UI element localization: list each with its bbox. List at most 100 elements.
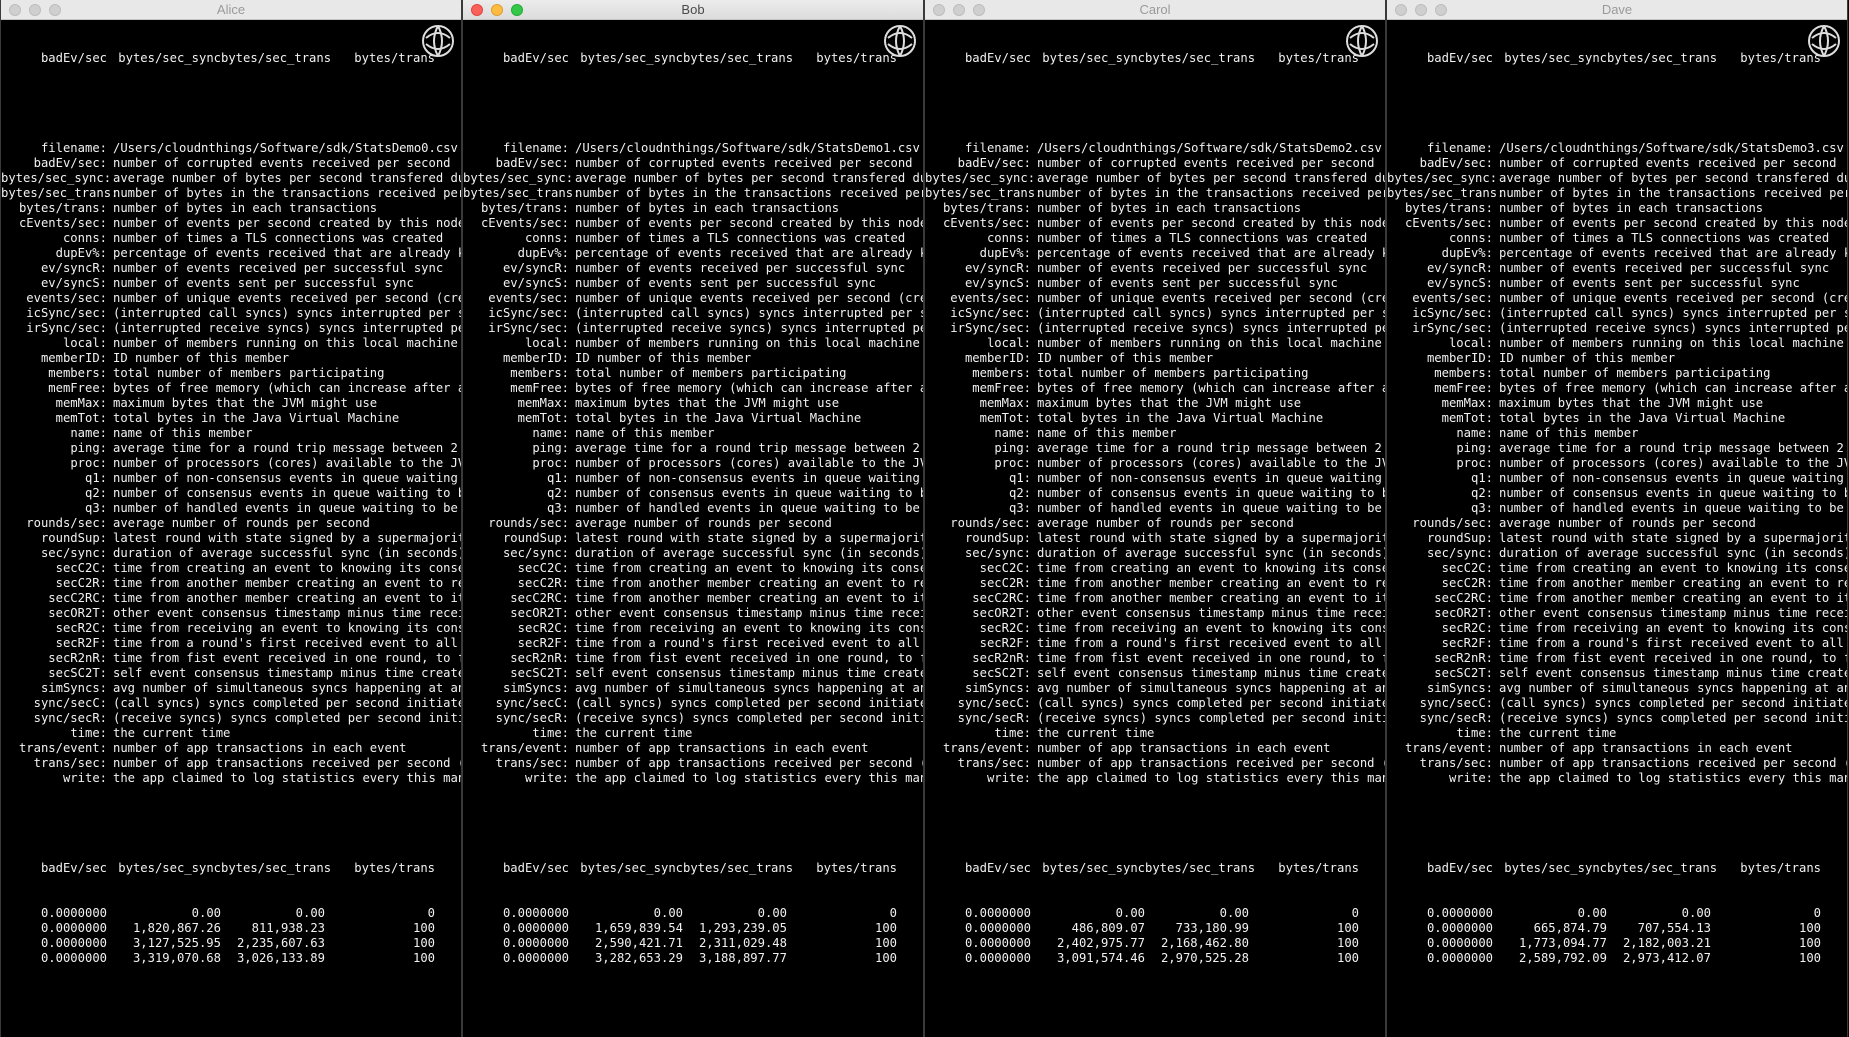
legend-key: secR2nR:: [972, 651, 1031, 665]
table-cell: 3,026,133.89: [236, 951, 325, 965]
legend: filename: /Users/cloudnthings/Software/sd…: [463, 141, 923, 786]
legend-key: memTot:: [1441, 411, 1493, 425]
legend-description: number of app transactions in each event: [113, 741, 407, 755]
legend-description: number of events sent per successful syn…: [1499, 276, 1800, 290]
legend-key: dupEv%:: [55, 246, 107, 260]
legend-item: memberID: ID number of this member: [463, 351, 923, 366]
legend-item: q3: number of handled events in queue wai…: [1, 501, 461, 516]
legend-item: sync/secR: (receive syncs) syncs complete…: [925, 711, 1385, 726]
legend-item: ping: average time for a round trip messa…: [1387, 441, 1847, 456]
legend-description: average number of bytes per second trans…: [575, 171, 923, 185]
table-cell: 0: [1351, 906, 1359, 920]
legend-item: q2: number of consensus events in queue w…: [1, 486, 461, 501]
legend-item: roundSup: latest round with state signed …: [925, 531, 1385, 546]
legend-key: sec/sync:: [502, 546, 569, 560]
legend-item: events/sec: number of unique events recei…: [463, 291, 923, 306]
legend-description: latest round with state signed by a supe…: [1037, 531, 1385, 545]
table-cell: 100: [412, 951, 435, 965]
legend-description: number of app transactions in each event: [1037, 741, 1331, 755]
titlebar[interactable]: Bob: [463, 0, 923, 20]
legend-description: ID number of this member: [575, 351, 752, 365]
terminal-output[interactable]: badEv/sec bytes/sec_sync bytes/sec_trans by…: [1, 20, 461, 1037]
legend-description: time from creating an event to knowing i…: [575, 561, 923, 575]
legend-key: dupEv%:: [1441, 246, 1493, 260]
legend-key: bytes/trans:: [18, 201, 107, 215]
legend-key: name:: [1456, 426, 1493, 440]
terminal-window-carol[interactable]: Carol badEv/sec bytes/sec_sync bytes/sec_t…: [924, 0, 1386, 1037]
legend-item: cEvents/sec: number of events per second …: [1, 216, 461, 231]
legend-key: q1:: [546, 471, 569, 485]
column-header-row: badEv/sec bytes/sec_sync bytes/sec_trans by…: [463, 51, 923, 66]
legend-key: secC2C:: [1441, 561, 1493, 575]
terminal-output[interactable]: badEv/sec bytes/sec_sync bytes/sec_trans by…: [1387, 20, 1847, 1037]
table-cell: 0.00: [653, 906, 683, 920]
legend-item: memFree: bytes of free memory (which can …: [463, 381, 923, 396]
legend-description: percentage of events received that are a…: [113, 246, 461, 260]
legend-description: latest round with state signed by a supe…: [1499, 531, 1847, 545]
terminal-output[interactable]: badEv/sec bytes/sec_sync bytes/sec_trans by…: [925, 20, 1385, 1037]
column-header: badEv/sec: [40, 861, 107, 875]
legend-key: members:: [510, 366, 569, 380]
table-row: 0.0000000 1,820,867.26 811,938.23 100: [1, 921, 461, 936]
legend-description: other event consensus timestamp minus ti…: [1499, 606, 1847, 620]
legend-key: trans/sec:: [1419, 756, 1493, 770]
legend-description: the app claimed to log statistics every …: [1037, 771, 1385, 785]
legend-description: number of non-consensus events in queue …: [113, 471, 458, 485]
terminal-window-dave[interactable]: Dave badEv/sec bytes/sec_sync bytes/sec_tr…: [1386, 0, 1848, 1037]
legend-description: number of events received per successful…: [113, 261, 444, 275]
window-title: Bob: [681, 2, 705, 17]
legend-item: bytes/sec_trans: number of bytes in the t…: [1, 186, 461, 201]
table-cell: 0.0000000: [40, 936, 107, 950]
legend-key: secOR2T:: [972, 606, 1031, 620]
legend-item: secR2F: time from a round's first receive…: [1, 636, 461, 651]
legend-key: q1:: [1470, 471, 1493, 485]
legend-key: conns:: [524, 231, 569, 245]
legend-description: (receive syncs) syncs completed per seco…: [113, 711, 461, 725]
legend-description: time from fist event received in one rou…: [113, 651, 461, 665]
legend-key: q2:: [1008, 486, 1031, 500]
legend-item: trans/sec: number of app transactions rec…: [463, 756, 923, 771]
legend-key: proc:: [532, 456, 569, 470]
terminal-output[interactable]: badEv/sec bytes/sec_sync bytes/sec_trans by…: [463, 20, 923, 1037]
legend-key: secSC2T:: [510, 666, 569, 680]
titlebar[interactable]: Alice: [1, 0, 461, 20]
legend-key: rounds/sec:: [950, 516, 1031, 530]
legend-item: local: number of members running on this …: [1387, 336, 1847, 351]
legend-item: simSyncs: avg number of simultaneous sync…: [1387, 681, 1847, 696]
legend-item: trans/event: number of app transactions i…: [1, 741, 461, 756]
legend-key: ping:: [70, 441, 107, 455]
legend-key: bytes/sec_sync:: [1, 171, 112, 185]
terminal-window-bob[interactable]: Bob badEv/sec bytes/sec_sync bytes/sec_tra…: [462, 0, 924, 1037]
legend-description: (interrupted receive syncs) syncs interr…: [1037, 321, 1385, 335]
terminal-window-alice[interactable]: Alice badEv/sec bytes/sec_sync bytes/sec_t…: [0, 0, 462, 1037]
legend-key: memberID:: [1426, 351, 1493, 365]
legend-item: local: number of members running on this …: [1, 336, 461, 351]
legend-item: memTot: total bytes in the Java Virtual M…: [1, 411, 461, 426]
legend-description: bytes of free memory (which can increase…: [113, 381, 461, 395]
table-cell: 1,293,239.05: [698, 921, 787, 935]
legend-item: write: the app claimed to log statistics …: [925, 771, 1385, 786]
legend-description: total bytes in the Java Virtual Machine: [1499, 411, 1786, 425]
legend-key: memTot:: [517, 411, 569, 425]
legend-key: irSync/sec:: [488, 321, 569, 335]
legend-description: number of members running on this local …: [1499, 336, 1844, 350]
table-row: 0.0000000 2,590,421.71 2,311,029.48 100: [463, 936, 923, 951]
legend-item: ev/syncR: number of events received per s…: [1387, 261, 1847, 276]
legend-item: icSync/sec: (interrupted call syncs) sync…: [1387, 306, 1847, 321]
titlebar[interactable]: Carol: [925, 0, 1385, 20]
column-header: badEv/sec: [502, 861, 569, 875]
legend-key: trans/sec:: [495, 756, 569, 770]
legend-description: number of processors (cores) available t…: [113, 456, 461, 470]
legend-description: number of corrupted events received per …: [113, 156, 451, 170]
legend-item: secR2C: time from receiving an event to k…: [925, 621, 1385, 636]
legend-description: number of events per second created by t…: [1499, 216, 1847, 230]
legend-item: secR2C: time from receiving an event to k…: [1, 621, 461, 636]
legend-item: q3: number of handled events in queue wai…: [925, 501, 1385, 516]
legend-key: bytes/trans:: [942, 201, 1031, 215]
titlebar[interactable]: Dave: [1387, 0, 1847, 20]
legend-key: icSync/sec:: [488, 306, 569, 320]
legend-item: ping: average time for a round trip messa…: [925, 441, 1385, 456]
legend-description: number of bytes in each transactions: [113, 201, 378, 215]
legend-key: trans/event:: [18, 741, 107, 755]
legend-key: local:: [986, 336, 1031, 350]
